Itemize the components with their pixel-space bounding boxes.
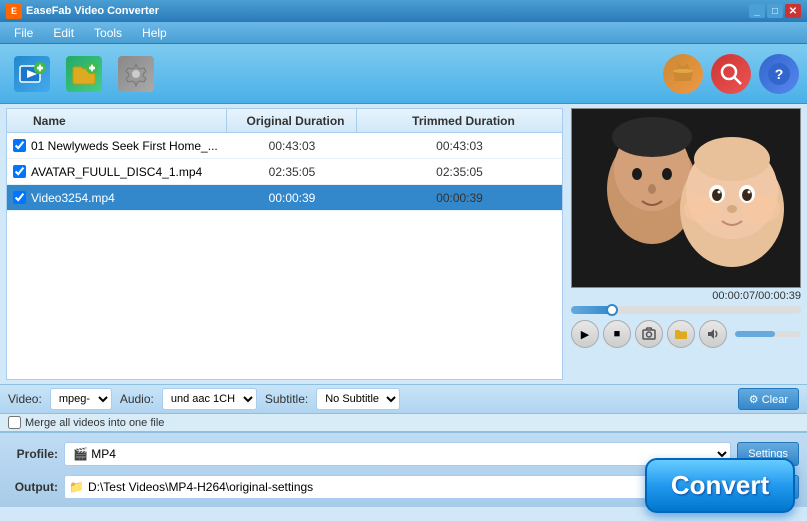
subtitle-select[interactable]: No Subtitle bbox=[316, 388, 400, 410]
volume-slider[interactable] bbox=[735, 331, 801, 337]
file-name-3: Video3254.mp4 bbox=[27, 191, 227, 205]
output-options-bar: Video: mpeg- Audio: und aac 1CH Subtitle… bbox=[0, 384, 807, 414]
output-path-display: 📁 D:\Test Videos\MP4-H264\original-setti… bbox=[64, 475, 744, 499]
profile-label: Profile: bbox=[8, 447, 58, 461]
menu-tools[interactable]: Tools bbox=[84, 24, 132, 42]
settings-button[interactable] bbox=[112, 50, 160, 98]
video-label: Video: bbox=[8, 392, 42, 406]
close-button[interactable]: ✕ bbox=[785, 4, 801, 18]
search-button[interactable] bbox=[711, 54, 751, 94]
clear-button[interactable]: ⚙ Clear bbox=[738, 388, 799, 410]
audio-label: Audio: bbox=[120, 392, 154, 406]
file-list-header: Name Original Duration Trimmed Duration bbox=[7, 109, 562, 133]
help-button[interactable]: ? bbox=[759, 54, 799, 94]
table-row[interactable]: 01 Newlyweds Seek First Home_... 00:43:0… bbox=[7, 133, 562, 159]
stop-button[interactable]: ■ bbox=[603, 320, 631, 348]
settings-gear-icon bbox=[118, 56, 154, 92]
file-trimmed-2: 02:35:05 bbox=[357, 165, 562, 179]
add-video-icon bbox=[14, 56, 50, 92]
file-list-body: 01 Newlyweds Seek First Home_... 00:43:0… bbox=[7, 133, 562, 379]
minimize-button[interactable]: _ bbox=[749, 4, 765, 18]
merge-checkbox[interactable] bbox=[8, 416, 21, 429]
audio-select[interactable]: und aac 1CH bbox=[162, 388, 257, 410]
column-trimmed-duration: Trimmed Duration bbox=[357, 109, 562, 132]
output-path-text: D:\Test Videos\MP4-H264\original-setting… bbox=[88, 480, 313, 494]
subtitle-label: Subtitle: bbox=[265, 392, 308, 406]
maximize-button[interactable]: □ bbox=[767, 4, 783, 18]
file-checkbox-3[interactable] bbox=[7, 191, 27, 204]
file-original-2: 02:35:05 bbox=[227, 165, 357, 179]
table-row[interactable]: AVATAR_FUULL_DISC4_1.mp4 02:35:05 02:35:… bbox=[7, 159, 562, 185]
merge-row: Merge all videos into one file bbox=[0, 414, 807, 432]
main-area: Name Original Duration Trimmed Duration … bbox=[0, 104, 807, 384]
screenshot-button[interactable] bbox=[635, 320, 663, 348]
column-original-duration: Original Duration bbox=[227, 109, 357, 132]
menu-help[interactable]: Help bbox=[132, 24, 177, 42]
file-trimmed-1: 00:43:03 bbox=[357, 139, 562, 153]
svg-text:?: ? bbox=[775, 66, 784, 82]
download-basket-button[interactable] bbox=[663, 54, 703, 94]
file-original-3: 00:00:39 bbox=[227, 191, 357, 205]
preview-video bbox=[571, 108, 801, 288]
seekbar-thumb[interactable] bbox=[606, 304, 618, 316]
file-trimmed-3: 00:00:39 bbox=[357, 191, 562, 205]
screenshot-icon bbox=[642, 327, 656, 341]
file-name-1: 01 Newlyweds Seek First Home_... bbox=[27, 139, 227, 153]
file-list: Name Original Duration Trimmed Duration … bbox=[6, 108, 563, 380]
folder-icon bbox=[674, 327, 688, 341]
toolbar-right-icons: ? bbox=[663, 54, 799, 94]
video-thumbnail bbox=[572, 109, 800, 287]
toolbar: ? bbox=[0, 44, 807, 104]
volume-fill bbox=[735, 331, 775, 337]
convert-button[interactable]: Convert bbox=[645, 458, 795, 513]
preview-seekbar[interactable] bbox=[571, 306, 801, 314]
app-title: EaseFab Video Converter bbox=[26, 5, 159, 17]
column-name: Name bbox=[7, 109, 227, 132]
volume-button[interactable] bbox=[699, 320, 727, 348]
video-select[interactable]: mpeg- bbox=[50, 388, 112, 410]
menu-bar: File Edit Tools Help bbox=[0, 22, 807, 44]
play-icon: ▶ bbox=[581, 328, 589, 341]
folder-inline-icon: 📁 bbox=[69, 480, 84, 494]
add-folder-button[interactable] bbox=[60, 50, 108, 98]
stop-icon: ■ bbox=[614, 328, 621, 340]
profile-select[interactable]: 🎬 MP4 bbox=[64, 442, 731, 466]
play-button[interactable]: ▶ bbox=[571, 320, 599, 348]
volume-icon bbox=[706, 327, 720, 341]
menu-edit[interactable]: Edit bbox=[43, 24, 84, 42]
add-folder-icon bbox=[66, 56, 102, 92]
app-icon: E bbox=[6, 3, 22, 19]
preview-area: 00:00:07/00:00:39 ▶ ■ bbox=[571, 108, 801, 380]
add-video-button[interactable] bbox=[8, 50, 56, 98]
preview-time-display: 00:00:07/00:00:39 bbox=[571, 288, 801, 304]
file-checkbox-2[interactable] bbox=[7, 165, 27, 178]
table-row[interactable]: Video3254.mp4 00:00:39 00:00:39 bbox=[7, 185, 562, 211]
title-bar: E EaseFab Video Converter _ □ ✕ bbox=[0, 0, 807, 22]
merge-label: Merge all videos into one file bbox=[25, 417, 164, 429]
file-name-2: AVATAR_FUULL_DISC4_1.mp4 bbox=[27, 165, 227, 179]
output-label: Output: bbox=[8, 480, 58, 494]
open-folder-button[interactable] bbox=[667, 320, 695, 348]
file-checkbox-1[interactable] bbox=[7, 139, 27, 152]
preview-controls: ▶ ■ bbox=[571, 320, 801, 348]
window-controls: _ □ ✕ bbox=[749, 4, 801, 18]
menu-file[interactable]: File bbox=[4, 24, 43, 42]
file-original-1: 00:43:03 bbox=[227, 139, 357, 153]
